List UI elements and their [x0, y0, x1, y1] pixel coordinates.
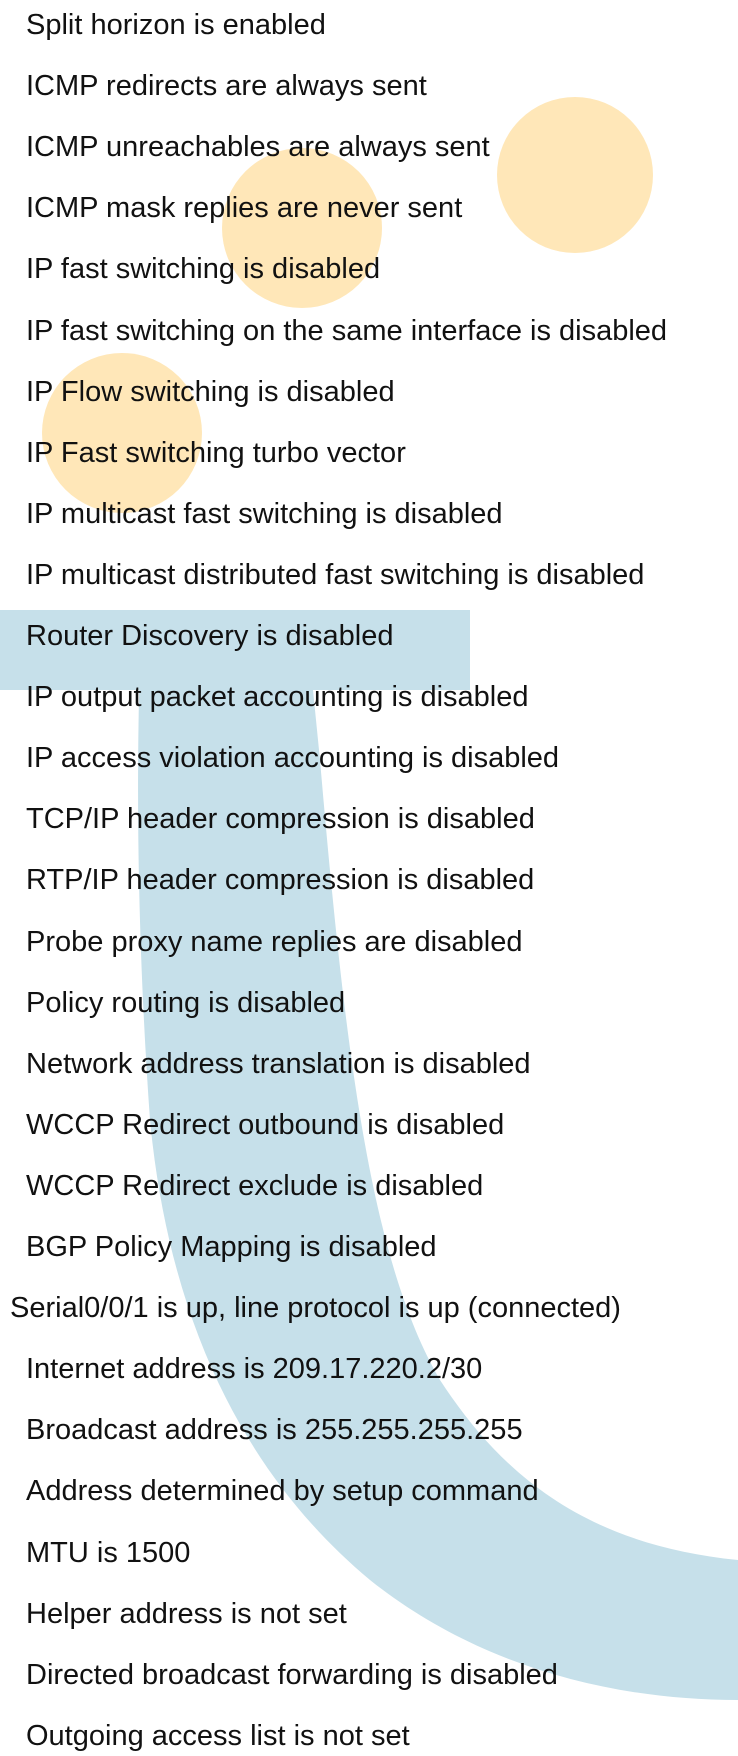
status-line: IP fast switching is disabled [26, 253, 381, 286]
status-line: ICMP mask replies are never sent [26, 192, 463, 225]
status-line: Policy routing is disabled [26, 986, 346, 1019]
status-line: Helper address is not set [26, 1597, 347, 1630]
status-line: Serial0/0/1 is up, line protocol is up (… [10, 1292, 621, 1325]
status-line: IP Flow switching is disabled [26, 375, 395, 408]
status-line: TCP/IP header compression is disabled [26, 803, 535, 836]
status-line: RTP/IP header compression is disabled [26, 864, 535, 897]
status-line: IP fast switching on the same interface … [26, 314, 668, 347]
status-line: Outgoing access list is not set [26, 1719, 410, 1752]
status-line: Probe proxy name replies are disabled [26, 925, 523, 958]
status-line: BGP Policy Mapping is disabled [26, 1231, 437, 1263]
status-line: IP Fast switching turbo vector [26, 436, 406, 469]
status-line: WCCP Redirect exclude is disabled [26, 1169, 484, 1202]
status-line: MTU is 1500 [26, 1536, 191, 1569]
interface-status-output: Split horizon is enabled ICMP redirects a… [0, 0, 738, 1752]
status-line: Internet address is 209.17.220.2/30 [26, 1353, 483, 1386]
status-line: Address determined by setup command [26, 1475, 539, 1508]
status-line: Router Discovery is disabled [26, 620, 394, 652]
status-line: Split horizon is enabled [26, 9, 326, 41]
status-line: IP output packet accounting is disabled [26, 681, 529, 714]
status-line: IP multicast distributed fast switching … [26, 558, 645, 591]
status-line: IP multicast fast switching is disabled [26, 497, 503, 530]
status-line: Broadcast address is 255.255.255.255 [26, 1414, 523, 1447]
status-line: Network address translation is disabled [26, 1047, 531, 1080]
status-line: IP access violation accounting is disabl… [26, 742, 560, 775]
status-line: ICMP redirects are always sent [26, 70, 427, 103]
status-line: WCCP Redirect outbound is disabled [26, 1108, 505, 1141]
status-line: ICMP unreachables are always sent [26, 131, 490, 164]
status-line: Directed broadcast forwarding is disable… [26, 1658, 558, 1691]
